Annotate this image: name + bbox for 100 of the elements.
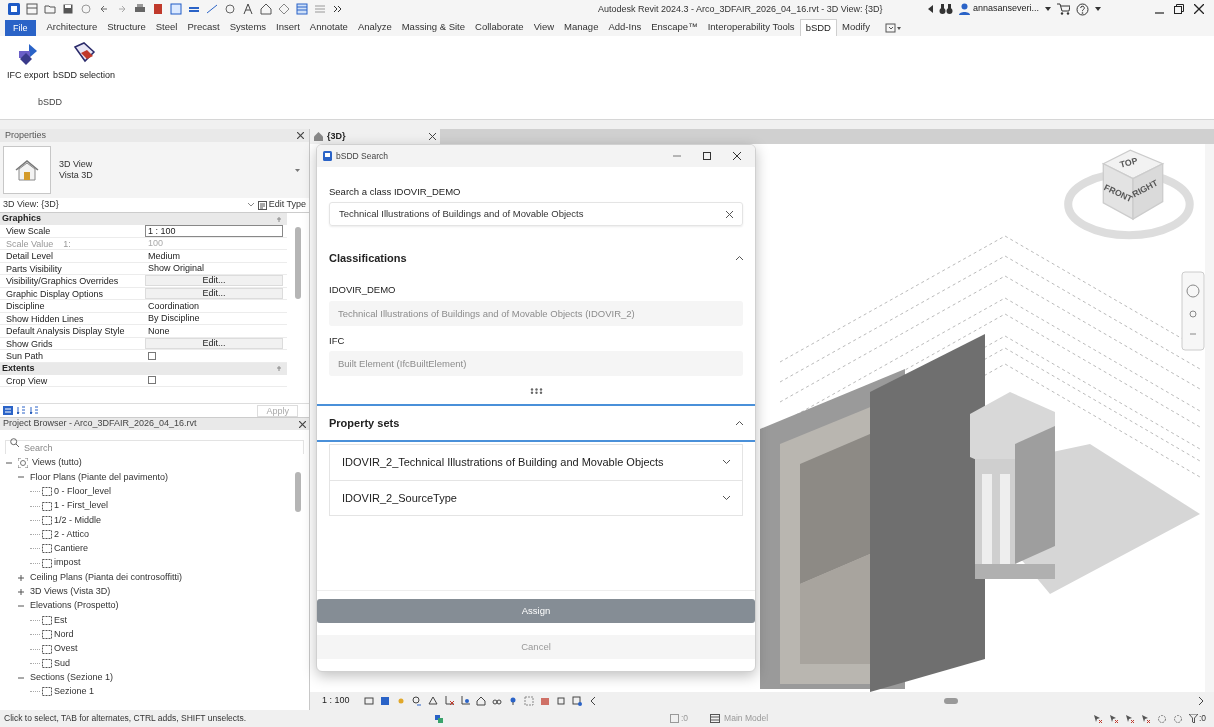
cube-icon[interactable] xyxy=(379,696,390,706)
select-links-icon[interactable] xyxy=(1092,713,1103,724)
ribbon-tab[interactable]: Systems xyxy=(224,19,272,36)
tree-item[interactable]: Views (tutto) xyxy=(32,456,82,470)
close-icon[interactable] xyxy=(1194,4,1204,14)
ribbon-tab[interactable]: Add-Ins xyxy=(603,19,647,36)
group-header[interactable]: Extents xyxy=(2,361,35,376)
save-icon[interactable] xyxy=(62,3,74,15)
scrollbar-thumb[interactable] xyxy=(295,472,301,512)
checkbox[interactable] xyxy=(148,376,156,385)
ribbon-tab[interactable]: Analyze xyxy=(352,19,397,36)
tree-item[interactable]: Sections (Sezione 1) xyxy=(30,670,114,685)
clear-icon[interactable] xyxy=(726,210,733,218)
ribbon-tab[interactable]: bSDD xyxy=(799,19,837,36)
tree-item[interactable]: 1 - First_level xyxy=(54,499,108,513)
ribbon-button[interactable]: IFC export xyxy=(6,40,50,84)
shadow-icon[interactable] xyxy=(411,696,422,706)
tree-item[interactable]: Est xyxy=(54,613,67,628)
cart-icon[interactable] xyxy=(1057,3,1070,15)
drag-handle-icon[interactable] xyxy=(529,387,543,394)
property-set-item[interactable]: IDOVIR_2_SourceType xyxy=(330,479,742,515)
tree-item[interactable]: Cantiere xyxy=(54,542,89,556)
edit-button[interactable]: Edit... xyxy=(145,287,283,299)
ribbon-tab[interactable]: Collaborate xyxy=(470,19,529,36)
app-logo-icon[interactable] xyxy=(8,3,20,15)
close-icon[interactable] xyxy=(299,420,306,428)
tree-item[interactable]: impost xyxy=(54,556,81,570)
undo-icon[interactable] xyxy=(98,3,110,15)
property-set-item[interactable]: IDOVIR_2_Technical Illustrations of Building and Movable Objects xyxy=(330,444,742,480)
tree-item[interactable]: 1/2 - Middle xyxy=(54,513,102,528)
ribbon-tab[interactable]: Architecture xyxy=(41,19,103,36)
constraints-icon[interactable] xyxy=(555,696,566,706)
edit-button[interactable]: Edit... xyxy=(145,275,283,287)
cube-face-label[interactable]: TOP xyxy=(1118,155,1139,170)
more-icon[interactable] xyxy=(332,3,344,15)
ribbon-tab[interactable]: Massing & Site xyxy=(396,19,471,36)
binoculars-icon[interactable] xyxy=(938,3,953,15)
windows-icon[interactable] xyxy=(296,3,308,15)
scrollbar-thumb[interactable] xyxy=(943,698,958,704)
ribbon-tab[interactable]: Precast xyxy=(182,19,225,36)
ribbon-tab[interactable]: Modify xyxy=(836,19,875,36)
crop-icon[interactable] xyxy=(443,696,454,706)
tree-item[interactable]: Ovest xyxy=(54,642,78,656)
tree-item[interactable]: Floor Plans (Piante del pavimento) xyxy=(30,470,169,485)
shape-icon[interactable] xyxy=(278,3,290,15)
type-selector[interactable]: 3D View Vista 3D xyxy=(0,142,309,198)
close-icon[interactable] xyxy=(297,132,304,139)
caret-left-icon[interactable] xyxy=(927,5,933,13)
categorize-icon[interactable] xyxy=(3,406,13,415)
ribbon-tab[interactable]: Annotate xyxy=(304,19,353,36)
close-icon[interactable] xyxy=(429,133,436,140)
caret-down-icon[interactable] xyxy=(1095,7,1101,11)
section-header[interactable]: Property sets xyxy=(329,414,400,431)
document-tab[interactable]: {3D} xyxy=(310,129,440,144)
checkbox[interactable] xyxy=(148,351,156,360)
grid-icon[interactable] xyxy=(26,3,38,15)
ribbon-tab[interactable]: Insert xyxy=(271,19,305,36)
edit-button[interactable]: Edit... xyxy=(145,337,283,349)
scale-selector[interactable]: 1 : 100 xyxy=(322,694,350,708)
tree-item[interactable]: Nord xyxy=(54,627,74,642)
ribbon-tab[interactable]: Enscape™ xyxy=(646,19,703,36)
open-folder-icon[interactable] xyxy=(44,3,56,15)
ribbon-tab[interactable]: Interoperability Tools xyxy=(702,19,800,36)
file-menu-tab[interactable]: File xyxy=(5,20,36,36)
ribbon-tab[interactable]: Structure xyxy=(102,19,151,36)
chevron-up-icon[interactable] xyxy=(736,420,743,425)
tree-item[interactable]: Sezione 1 xyxy=(54,685,95,699)
section-header[interactable]: Classifications xyxy=(329,250,407,267)
close-icon[interactable] xyxy=(733,152,741,160)
chevron-up-icon[interactable] xyxy=(736,256,743,261)
select-face-icon[interactable] xyxy=(1140,713,1151,724)
sort-ascending-icon[interactable] xyxy=(17,406,26,415)
temporary-view-icon[interactable] xyxy=(571,696,582,706)
sort-descending-icon[interactable] xyxy=(30,406,39,415)
instance-selector[interactable]: 3D View: {3D} xyxy=(3,198,59,212)
ribbon-tab[interactable]: Steel xyxy=(150,19,183,36)
expand-icon[interactable] xyxy=(18,574,24,581)
scrollbar-thumb[interactable] xyxy=(295,227,301,299)
tree-item[interactable]: 3D Views (Vista 3D) xyxy=(30,585,111,599)
analysis-icon[interactable] xyxy=(539,696,550,706)
filter-button[interactable]: :0 xyxy=(1188,712,1206,725)
help-icon[interactable] xyxy=(1076,2,1089,16)
ribbon-button[interactable]: bSDD selection xyxy=(52,40,117,84)
tree-item[interactable]: Sud xyxy=(54,656,70,671)
maximize-icon[interactable] xyxy=(703,152,711,160)
select-pinned-icon[interactable] xyxy=(1124,713,1135,724)
tree-item[interactable]: 2 - Attico xyxy=(54,527,89,542)
expand-icon[interactable] xyxy=(18,588,24,595)
sheet-icon[interactable] xyxy=(152,3,164,15)
caret-down-icon[interactable] xyxy=(1045,7,1051,11)
window-icon[interactable] xyxy=(170,3,182,15)
glasses-icon[interactable] xyxy=(491,696,502,706)
line-icon[interactable] xyxy=(206,3,218,15)
worksets-icon[interactable] xyxy=(434,713,444,724)
chevron-right-icon[interactable] xyxy=(1198,697,1204,705)
chevron-down-icon[interactable] xyxy=(723,460,730,465)
edit-type-button[interactable]: Edit Type xyxy=(257,198,306,212)
home-icon[interactable] xyxy=(260,3,272,15)
ribbon-tab[interactable]: View xyxy=(528,19,560,36)
restore-icon[interactable] xyxy=(1174,4,1184,14)
